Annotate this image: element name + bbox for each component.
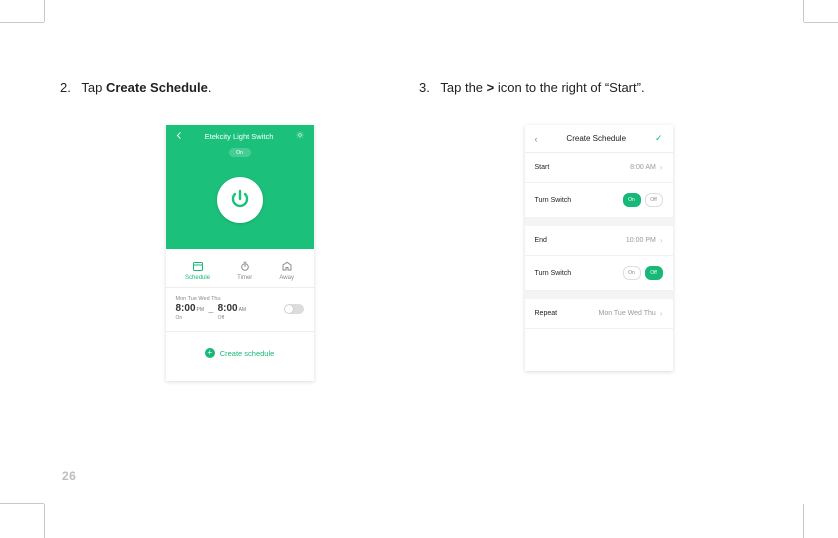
screen-title: Create Schedule	[566, 134, 626, 143]
end-row[interactable]: End 10:00 PM›	[525, 226, 673, 256]
phone-screenshot-1: Etekcity Light Switch On Schedule	[166, 125, 314, 381]
step-prefix: Tap the	[440, 80, 486, 95]
step-2-text: 2. Tap Create Schedule.	[60, 80, 419, 95]
step-3-column: 3. Tap the > icon to the right of Start …	[419, 80, 778, 381]
turn-switch-row-1: Turn Switch On Off	[525, 183, 673, 218]
step-3-text: 3. Tap the > icon to the right of Start	[419, 80, 778, 95]
start-row[interactable]: Start 8:00 AM›	[525, 153, 673, 183]
schedule-times: 8:00PM On – 8:00AM Off	[176, 304, 247, 321]
step-number: 3.	[419, 80, 437, 95]
crop-mark	[0, 503, 44, 504]
off-pill[interactable]: Off	[645, 266, 663, 280]
chevron-right-icon: ›	[660, 236, 663, 245]
page-number: 26	[62, 469, 76, 483]
crop-mark	[44, 0, 45, 22]
step-bold: Create Schedule	[106, 80, 208, 95]
mode-tabs: Schedule Timer Away	[166, 249, 314, 288]
back-icon[interactable]: ‹	[535, 134, 538, 144]
plus-icon: +	[205, 348, 215, 358]
back-icon[interactable]	[176, 132, 183, 141]
device-header: Etekcity Light Switch On	[166, 125, 314, 249]
tab-schedule[interactable]: Schedule	[185, 260, 210, 281]
confirm-icon[interactable]: ✓	[655, 133, 663, 144]
on-pill[interactable]: On	[623, 266, 641, 280]
step-number: 2.	[60, 80, 78, 95]
step-prefix: Tap	[81, 80, 106, 95]
create-schedule-button[interactable]: + Create schedule	[166, 332, 314, 374]
calendar-icon	[192, 260, 204, 272]
off-pill[interactable]: Off	[645, 193, 663, 207]
crop-mark	[803, 504, 804, 538]
crop-mark	[44, 504, 45, 538]
section-gap	[525, 291, 673, 299]
power-icon	[228, 188, 252, 212]
turn-switch-row-2: Turn Switch On Off	[525, 256, 673, 291]
crop-mark	[803, 0, 804, 22]
step-suffix: .	[208, 80, 212, 95]
step-mid: icon to the right of	[494, 80, 605, 95]
schedule-toggle[interactable]	[284, 304, 304, 314]
repeat-row[interactable]: Repeat Mon Tue Wed Thu›	[525, 299, 673, 329]
schedule-days: Mon Tue Wed Thu	[176, 296, 247, 302]
section-gap	[525, 218, 673, 226]
tab-away[interactable]: Away	[279, 260, 294, 281]
step-2-column: 2. Tap Create Schedule. Etekcity Light S…	[60, 80, 419, 381]
power-button[interactable]	[217, 177, 263, 223]
manual-page: 2. Tap Create Schedule. Etekcity Light S…	[0, 0, 838, 538]
step-quoted: Start	[605, 80, 645, 95]
screen-header: ‹ Create Schedule ✓	[525, 125, 673, 153]
chevron-right-icon: ›	[660, 163, 663, 172]
status-pill: On	[229, 148, 251, 157]
timer-icon	[239, 260, 251, 272]
crop-mark	[804, 22, 838, 23]
settings-icon[interactable]	[296, 131, 304, 141]
tab-timer[interactable]: Timer	[237, 260, 252, 281]
on-pill[interactable]: On	[623, 193, 641, 207]
away-icon	[281, 260, 293, 272]
chevron-right-icon: ›	[660, 309, 663, 318]
crop-mark	[0, 22, 44, 23]
instruction-row: 2. Tap Create Schedule. Etekcity Light S…	[60, 80, 778, 381]
device-title: Etekcity Light Switch	[205, 132, 274, 141]
existing-schedule-row[interactable]: Mon Tue Wed Thu 8:00PM On – 8:00AM Off	[166, 288, 314, 332]
phone-screenshot-2: ‹ Create Schedule ✓ Start 8:00 AM› Turn …	[525, 125, 673, 371]
